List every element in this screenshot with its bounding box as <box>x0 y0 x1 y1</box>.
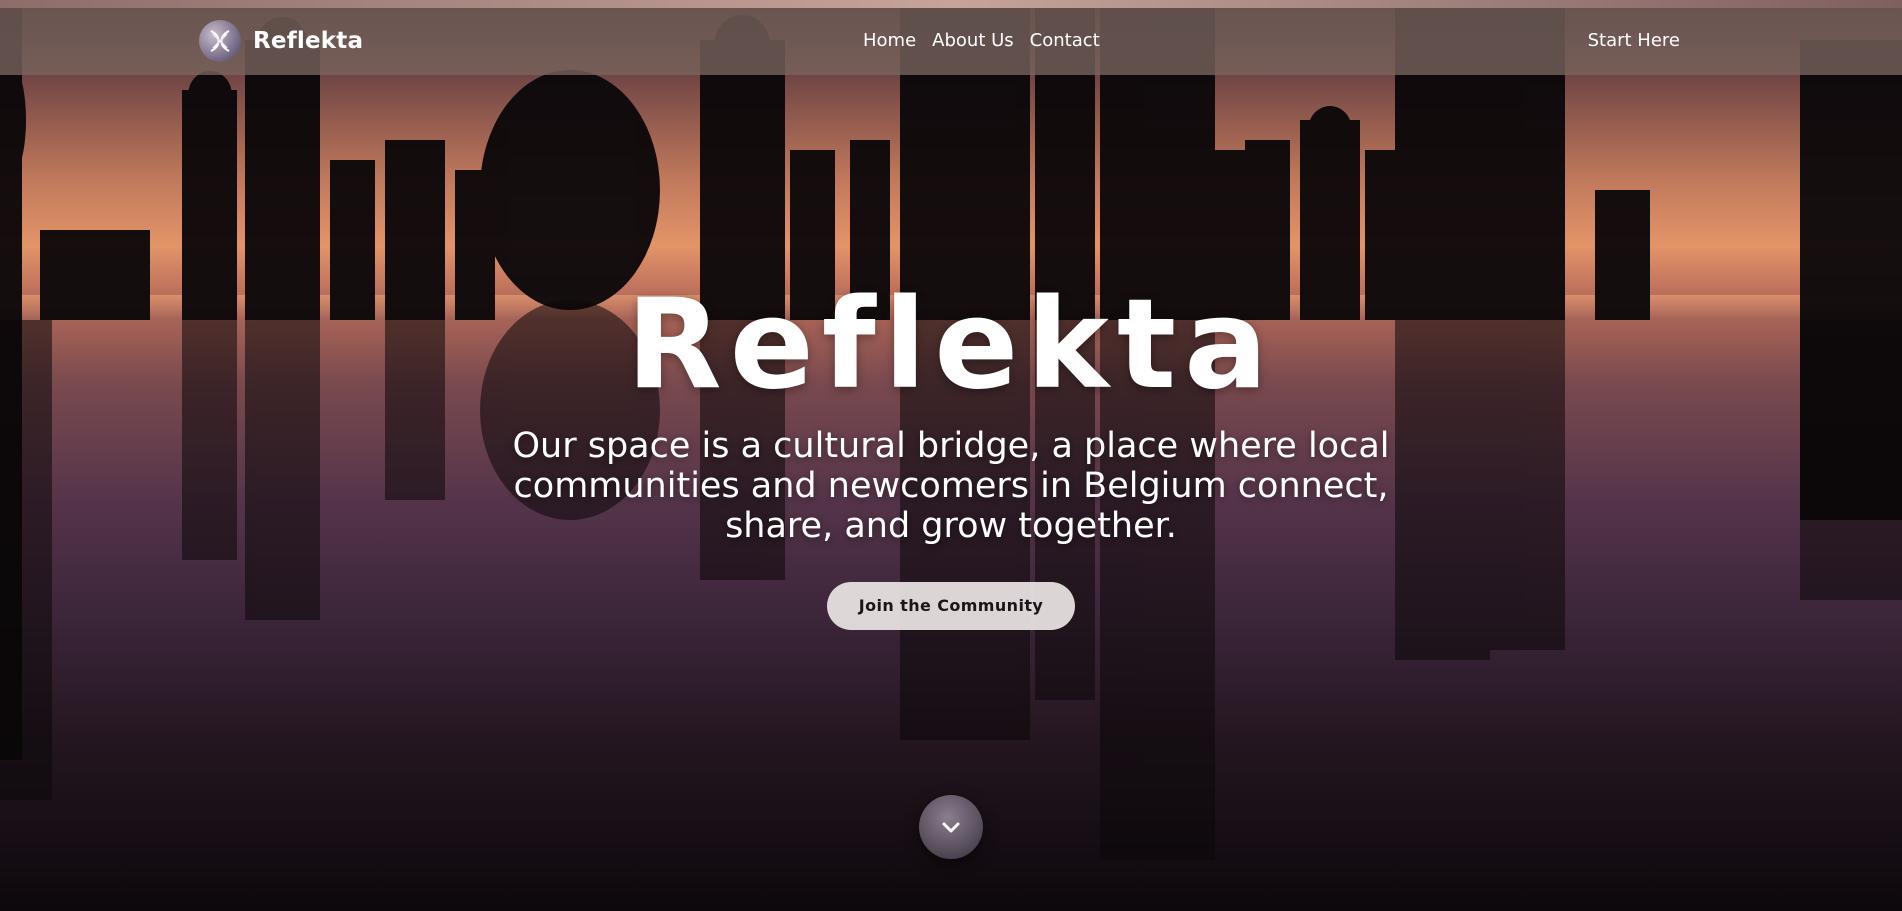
nav-about-link[interactable]: About Us <box>932 30 1014 51</box>
navbar: Reflekta Home About Us Contact Start Her… <box>0 8 1902 75</box>
hero-section: Reflekta Home About Us Contact Start Her… <box>0 0 1902 911</box>
start-here-link[interactable]: Start Here <box>1588 30 1680 51</box>
top-accent-strip <box>0 0 1902 8</box>
nav-home-link[interactable]: Home <box>863 30 916 51</box>
hero-title: Reflekta <box>626 273 1276 417</box>
nav-links: Home About Us Contact <box>863 30 1100 51</box>
brand-home-link[interactable]: Reflekta <box>199 20 363 62</box>
nav-contact-link[interactable]: Contact <box>1030 30 1100 51</box>
hero-content: Reflekta Our space is a cultural bridge,… <box>0 280 1902 630</box>
brand-name: Reflekta <box>253 28 364 54</box>
join-community-button[interactable]: Join the Community <box>826 582 1076 630</box>
reflekta-logo-icon <box>199 20 241 62</box>
scroll-down-button[interactable] <box>919 795 983 859</box>
hero-subtitle: Our space is a cultural bridge, a place … <box>512 426 1390 546</box>
chevron-down-icon <box>942 822 960 833</box>
